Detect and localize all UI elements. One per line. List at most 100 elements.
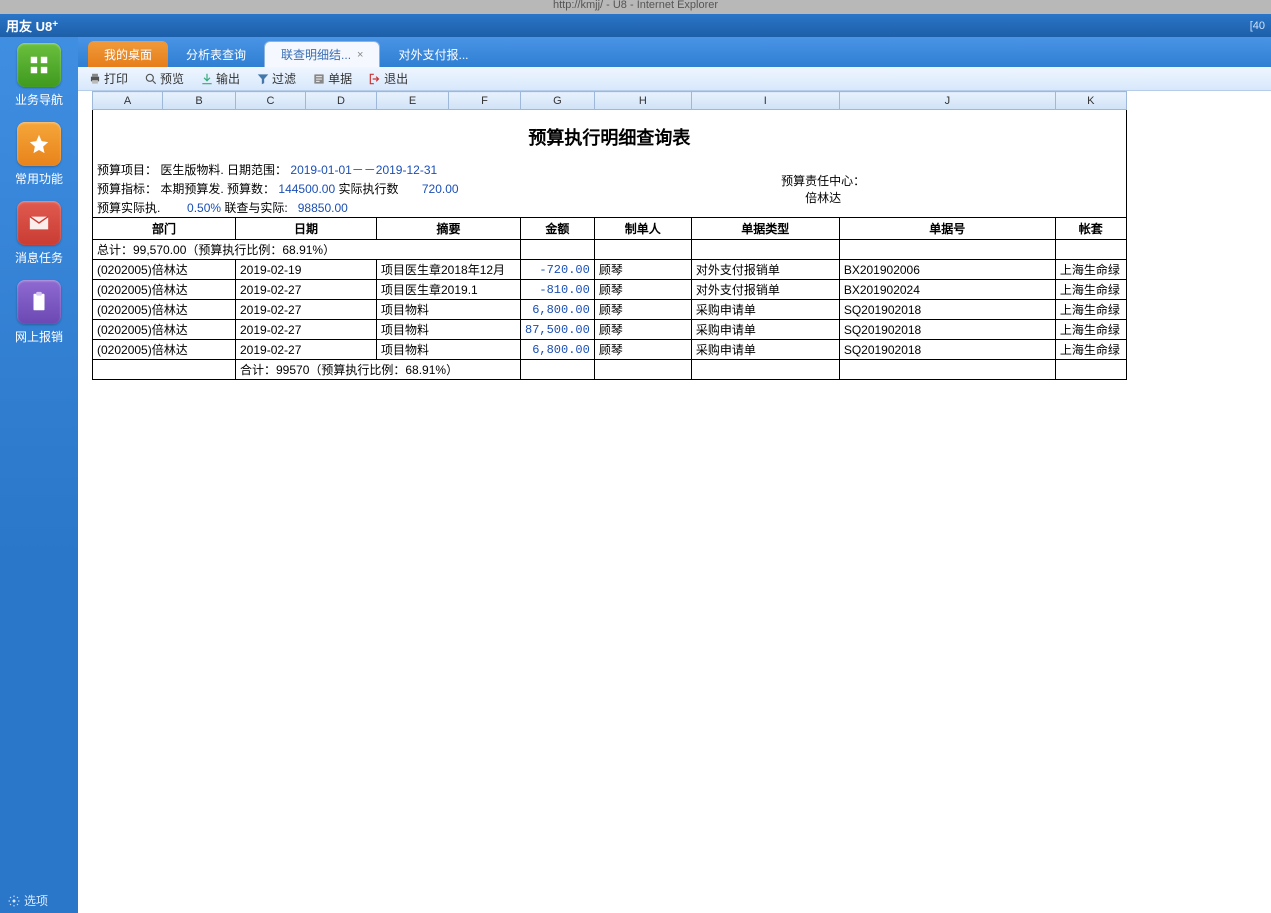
logo-text: 用友 U8 — [6, 16, 52, 35]
sidebar-label: 网上报销 — [15, 328, 63, 345]
meta-val: 720.00 — [422, 182, 459, 196]
tab-detail-linked[interactable]: 联查明细结... × — [264, 41, 380, 67]
meta-val: 医生版物料. — [160, 163, 223, 177]
col-I[interactable]: I — [691, 92, 839, 110]
sidebar: 业务导航 常用功能 消息任务 网上报销 选项 — [0, 37, 78, 913]
table-row[interactable]: (0202005)倍林达2019-02-27项目物料6,800.00顾琴采购申请… — [93, 340, 1127, 360]
tab-desktop[interactable]: 我的桌面 — [88, 41, 168, 67]
cell-amount: 6,800.00 — [521, 300, 595, 320]
cell-doctype: 采购申请单 — [691, 340, 839, 360]
hdr-summary: 摘要 — [377, 218, 521, 240]
hdr-amount: 金额 — [521, 218, 595, 240]
sidebar-item-messages[interactable]: 消息任务 — [15, 201, 63, 266]
sidebar-label: 常用功能 — [15, 170, 63, 187]
col-J[interactable]: J — [839, 92, 1055, 110]
subtotal-text: 合计：99570（预算执行比例：68.91%） — [236, 360, 521, 380]
col-H[interactable]: H — [594, 92, 691, 110]
cell-docno: SQ201902018 — [839, 320, 1055, 340]
tab-label: 我的桌面 — [104, 46, 152, 63]
cell-date: 2019-02-27 — [236, 320, 377, 340]
tab-label: 分析表查询 — [186, 46, 246, 63]
cell-maker: 顾琴 — [594, 300, 691, 320]
cell-dept: (0202005)倍林达 — [93, 340, 236, 360]
cell-doctype: 采购申请单 — [691, 320, 839, 340]
report-title: 预算执行明细查询表 — [93, 110, 1127, 161]
cell-date: 2019-02-19 — [236, 260, 377, 280]
cell-book: 上海生命绿 — [1055, 260, 1126, 280]
cell-maker: 顾琴 — [594, 280, 691, 300]
cell-summary: 项目物料 — [377, 300, 521, 320]
toolbar: 打印 预览 输出 过滤 单据 退出 — [78, 67, 1271, 91]
cell-maker: 顾琴 — [594, 320, 691, 340]
table-row[interactable]: (0202005)倍林达2019-02-27项目医生章2019.1-810.00… — [93, 280, 1127, 300]
voucher-button[interactable]: 单据 — [306, 68, 358, 89]
sidebar-item-business-nav[interactable]: 业务导航 — [15, 43, 63, 108]
hdr-book: 帐套 — [1055, 218, 1126, 240]
logo-plus: + — [52, 19, 58, 30]
app-header: 用友 U8+ [40 — [0, 14, 1271, 37]
table-row[interactable]: (0202005)倍林达2019-02-19项目医生章2018年12月-720.… — [93, 260, 1127, 280]
tab-external-payment[interactable]: 对外支付报... — [382, 41, 484, 67]
cell-amount: 6,800.00 — [521, 340, 595, 360]
col-F[interactable]: F — [449, 92, 521, 110]
cell-amount: -810.00 — [521, 280, 595, 300]
col-G[interactable]: G — [521, 92, 595, 110]
meta-label: 预算责任中心： — [525, 172, 1122, 189]
exit-button[interactable]: 退出 — [362, 68, 414, 89]
spreadsheet-area[interactable]: A B C D E F G H I J K 预算执行明细查询表 预算项目： — [78, 91, 1271, 913]
sidebar-footer-options[interactable]: 选项 — [0, 888, 78, 913]
cell-date: 2019-02-27 — [236, 280, 377, 300]
meta-val: 98850.00 — [298, 201, 348, 215]
table-row[interactable]: (0202005)倍林达2019-02-27项目物料87,500.00顾琴采购申… — [93, 320, 1127, 340]
hdr-date: 日期 — [236, 218, 377, 240]
meta-val: 0.50% — [187, 201, 221, 215]
table-row[interactable]: (0202005)倍林达2019-02-27项目物料6,800.00顾琴采购申请… — [93, 300, 1127, 320]
meta-val: 本期预算发. — [160, 182, 223, 196]
cell-dept: (0202005)倍林达 — [93, 300, 236, 320]
print-button[interactable]: 打印 — [82, 68, 134, 89]
hdr-dept: 部门 — [93, 218, 236, 240]
cell-book: 上海生命绿 — [1055, 300, 1126, 320]
app-logo: 用友 U8+ — [6, 16, 58, 35]
cell-amount: -720.00 — [521, 260, 595, 280]
star-icon — [17, 122, 61, 166]
tab-analysis[interactable]: 分析表查询 — [170, 41, 262, 67]
filter-button[interactable]: 过滤 — [250, 68, 302, 89]
cell-dept: (0202005)倍林达 — [93, 260, 236, 280]
subtotal-row: 合计：99570（预算执行比例：68.91%） — [93, 360, 1127, 380]
grand-total-row: 总计：99,570.00（预算执行比例：68.91%） — [93, 240, 1127, 260]
cell-book: 上海生命绿 — [1055, 340, 1126, 360]
hdr-maker: 制单人 — [594, 218, 691, 240]
close-icon[interactable]: × — [357, 49, 363, 61]
meta-row-1: 预算项目： 医生版物料. 日期范围： 2019-01-01－－2019-12-3… — [93, 160, 1127, 179]
cell-docno: SQ201902018 — [839, 340, 1055, 360]
col-C[interactable]: C — [236, 92, 306, 110]
export-button[interactable]: 输出 — [194, 68, 246, 89]
mail-icon — [17, 201, 61, 245]
column-header-row: A B C D E F G H I J K — [93, 92, 1127, 110]
cell-maker: 顾琴 — [594, 260, 691, 280]
tab-label: 对外支付报... — [398, 46, 468, 63]
col-B[interactable]: B — [163, 92, 236, 110]
col-K[interactable]: K — [1055, 92, 1126, 110]
btn-label: 输出 — [216, 70, 240, 87]
header-right-indicator: [40 — [1250, 20, 1265, 32]
preview-button[interactable]: 预览 — [138, 68, 190, 89]
sidebar-item-common[interactable]: 常用功能 — [15, 122, 63, 187]
cell-dept: (0202005)倍林达 — [93, 280, 236, 300]
sidebar-label: 业务导航 — [15, 91, 63, 108]
sidebar-item-online-expense[interactable]: 网上报销 — [15, 280, 63, 345]
col-A[interactable]: A — [93, 92, 163, 110]
meta-val: 2019-01-01－－2019-12-31 — [290, 163, 437, 177]
col-D[interactable]: D — [306, 92, 377, 110]
meta-label: 预算实际执. — [97, 199, 160, 216]
tab-label: 联查明细结... — [281, 46, 351, 63]
meta-label: 日期范围： — [227, 161, 287, 178]
hdr-doctype: 单据类型 — [691, 218, 839, 240]
report-table: A B C D E F G H I J K 预算执行明细查询表 预算项目： — [92, 91, 1127, 380]
cell-doctype: 对外支付报销单 — [691, 260, 839, 280]
meta-label: 预算项目： — [97, 161, 157, 178]
col-E[interactable]: E — [377, 92, 449, 110]
meta-label: 实际执行数 — [338, 180, 398, 197]
cell-amount: 87,500.00 — [521, 320, 595, 340]
